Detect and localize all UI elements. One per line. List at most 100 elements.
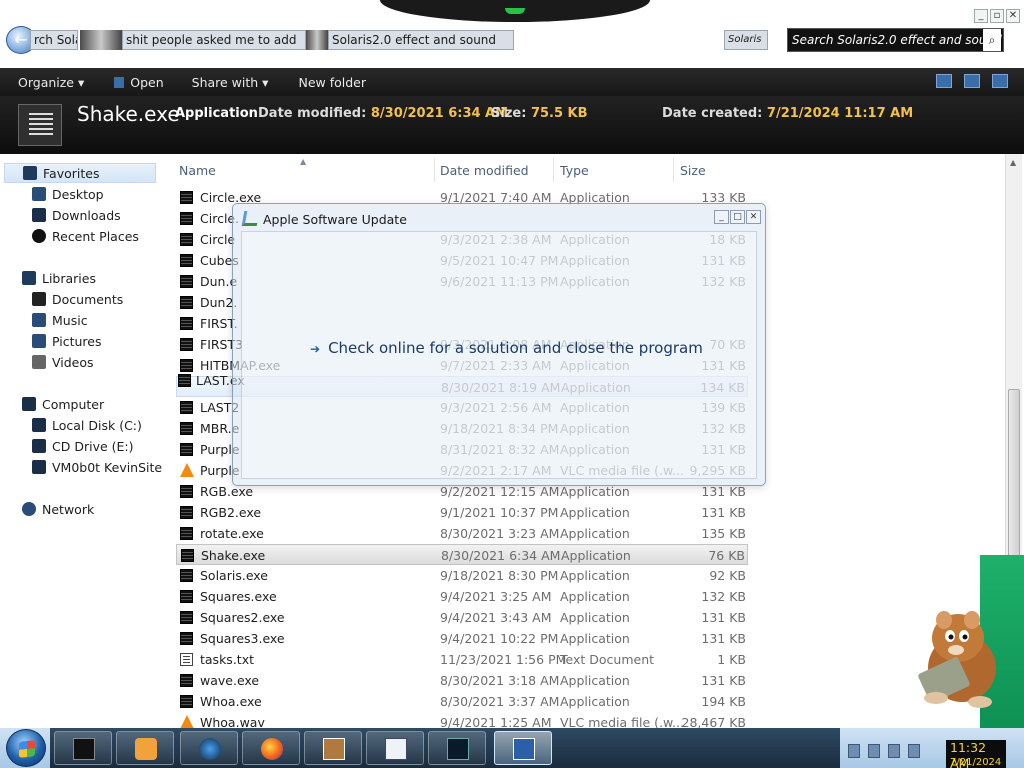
nav-documents[interactable]: Documents [32, 289, 123, 309]
file-row[interactable]: tasks.txt 11/23/2021 1:56 PM Text Document… [176, 649, 748, 670]
file-row[interactable]: Whoa.wav 9/4/2021 1:25 AM VLC media file (… [176, 712, 748, 728]
nav-computer[interactable]: Computer [22, 394, 104, 414]
help-icon[interactable] [992, 74, 1008, 88]
scroll-up-icon[interactable]: ▲ [1010, 158, 1016, 167]
taskbar-app-update[interactable] [494, 731, 552, 765]
breadcrumb-segment-mid[interactable]: shit people asked me to add [122, 30, 306, 50]
dialog-window-controls: _ □ ✕ [714, 210, 761, 224]
executable-icon [180, 317, 193, 330]
nav-vm-share[interactable]: VM0b0t KevinSite [32, 457, 162, 477]
firefox-icon [261, 738, 283, 760]
tray-flag-icon[interactable] [848, 744, 860, 758]
file-date-modified: 9/4/2021 3:25 AM [440, 589, 552, 604]
column-separator[interactable] [553, 158, 554, 182]
file-name: RGB.exe [200, 484, 254, 499]
check-online-option[interactable]: ➔ Check online for a solution and close t… [310, 339, 703, 357]
executable-icon [180, 254, 193, 267]
column-header-size[interactable]: Size [680, 163, 706, 178]
share-with-button[interactable]: Share with ▾ [192, 75, 269, 90]
file-type: Application [560, 589, 630, 604]
document-icon [385, 738, 407, 760]
nav-favorites[interactable]: Favorites [4, 163, 156, 183]
nav-pictures[interactable]: Pictures [32, 331, 102, 351]
search-input[interactable]: Search Solaris2.0 effect and sound ⌕ [787, 28, 1004, 52]
file-date-modified: 9/1/2021 10:37 PM [440, 505, 559, 520]
nav-downloads[interactable]: Downloads [32, 205, 121, 225]
file-type: Application [561, 548, 631, 563]
taskbar-app-browser[interactable] [180, 731, 238, 765]
file-size: 131 KB [701, 673, 746, 688]
file-name: Solaris.exe [200, 568, 268, 583]
nav-libraries[interactable]: Libraries [22, 268, 96, 288]
file-size: 76 KB [708, 548, 745, 563]
nav-music[interactable]: Music [32, 310, 88, 330]
file-size: 132 KB [701, 589, 746, 604]
search-icon[interactable]: ⌕ [983, 29, 1001, 51]
scrollbar-thumb[interactable] [1008, 389, 1020, 569]
tray-volume-icon[interactable] [888, 744, 900, 758]
dialog-close-icon[interactable]: ✕ [746, 210, 761, 224]
file-row[interactable]: wave.exe 8/30/2021 3:18 AM Application 131 … [176, 670, 748, 691]
taskbar-app-document[interactable] [366, 731, 424, 765]
file-row[interactable]: rotate.exe 8/30/2021 3:23 AM Application 13… [176, 523, 748, 544]
file-date-modified: 9/4/2021 10:22 PM [440, 631, 559, 646]
dialog-maximize-icon[interactable]: □ [730, 210, 745, 224]
file-row[interactable]: Squares2.exe 9/4/2021 3:43 AM Application 1… [176, 607, 748, 628]
file-name: RGB2.exe [200, 505, 262, 520]
search-input-text: Search Solaris2.0 effect and sound [792, 33, 1002, 47]
nav-network[interactable]: Network [22, 499, 94, 519]
file-row[interactable]: Solaris.exe 9/18/2021 8:30 PM Application 9… [176, 565, 748, 586]
file-date-modified: 9/18/2021 8:30 PM [440, 568, 559, 583]
organize-button[interactable]: Organize ▾ [18, 75, 84, 90]
executable-icon [180, 527, 193, 540]
breadcrumb-segment-left[interactable]: rch Sola [30, 30, 78, 50]
file-size: 131 KB [701, 505, 746, 520]
hamster-gadget-icon[interactable] [900, 598, 1010, 710]
taskbar-app-explorer[interactable] [54, 731, 112, 765]
file-row[interactable]: Squares.exe 9/4/2021 3:25 AM Application 13… [176, 586, 748, 607]
close-icon[interactable]: ✕ [1006, 9, 1020, 23]
details-file-type: Application [175, 106, 258, 121]
column-separator[interactable] [434, 158, 435, 182]
file-type: Application [560, 610, 630, 625]
nav-desktop[interactable]: Desktop [32, 184, 104, 204]
downloads-icon [32, 208, 46, 222]
change-view-icon[interactable] [936, 74, 952, 88]
column-header-name[interactable]: Name [179, 163, 216, 178]
nav-videos[interactable]: Videos [32, 352, 94, 372]
nav-cd-drive[interactable]: CD Drive (E:) [32, 436, 134, 456]
taskbar-app-hamster[interactable] [304, 731, 362, 765]
executable-icon [180, 401, 193, 414]
file-row[interactable]: RGB2.exe 9/1/2021 10:37 PM Application 131 … [176, 502, 748, 523]
dialog-minimize-icon[interactable]: _ [714, 210, 729, 224]
hard-drive-icon [32, 418, 46, 432]
breadcrumb-segment-right[interactable]: Solaris2.0 effect and sound [328, 30, 514, 50]
taskbar-app-media-player[interactable] [116, 731, 174, 765]
file-date-modified: 11/23/2021 1:56 PM [440, 652, 567, 667]
file-row[interactable]: Squares3.exe 9/4/2021 10:22 PM Application… [176, 628, 748, 649]
tray-power-icon[interactable] [908, 744, 920, 758]
minimize-icon[interactable]: _ [974, 9, 988, 23]
column-header-date[interactable]: Date modified [440, 163, 529, 178]
executable-icon [180, 611, 193, 624]
clock-date: 7/21/2024 [950, 757, 1002, 768]
new-folder-button[interactable]: New folder [298, 75, 366, 90]
taskbar-app-firefox[interactable] [242, 731, 300, 765]
text-file-icon [180, 653, 193, 666]
file-row[interactable]: Shake.exe 8/30/2021 6:34 AM Application 76 … [176, 544, 748, 565]
start-button[interactable] [6, 729, 46, 767]
open-button[interactable]: Open [114, 75, 164, 90]
taskbar-app-monitor[interactable] [428, 731, 486, 765]
maximize-icon[interactable]: ▫ [990, 9, 1004, 23]
tray-network-icon[interactable] [868, 744, 880, 758]
nav-recent-places[interactable]: Recent Places [32, 226, 139, 246]
preview-pane-icon[interactable] [964, 74, 980, 88]
column-header-type[interactable]: Type [560, 163, 589, 178]
breadcrumb-image [80, 30, 122, 50]
file-row[interactable]: Whoa.exe 8/30/2021 3:37 AM Application 194 … [176, 691, 748, 712]
column-separator[interactable] [673, 158, 674, 182]
file-size: 131 KB [701, 631, 746, 646]
nav-recent-label: Recent Places [52, 228, 139, 244]
nav-local-disk[interactable]: Local Disk (C:) [32, 415, 142, 435]
navigation-pane: Favorites Desktop Downloads Recent Place… [0, 154, 162, 724]
